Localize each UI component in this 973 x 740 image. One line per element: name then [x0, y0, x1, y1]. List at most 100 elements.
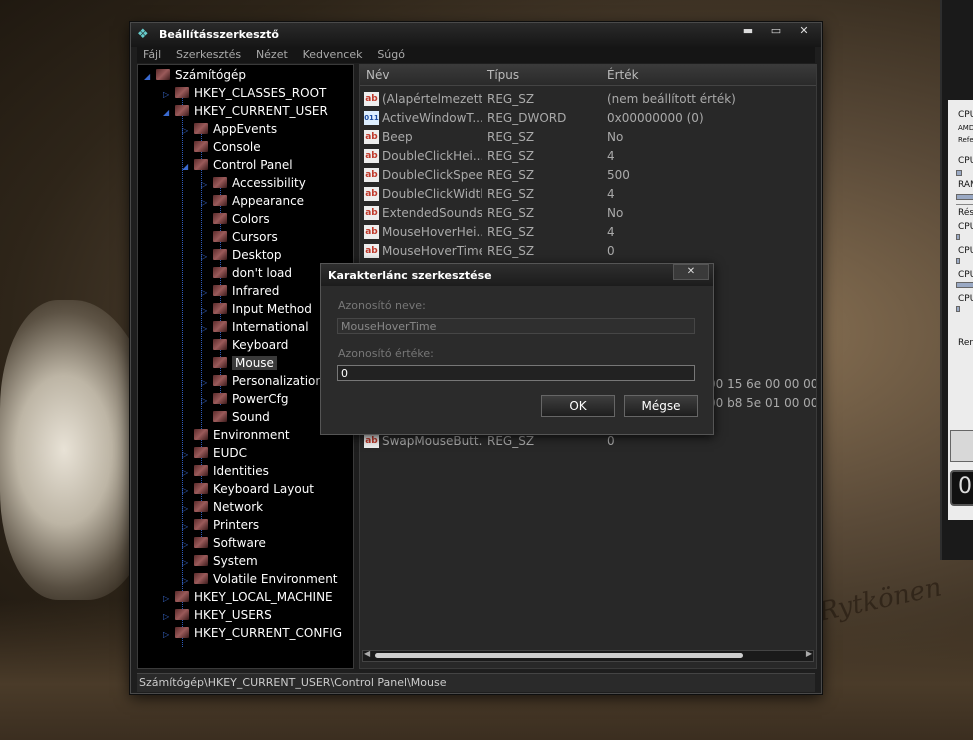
tree-node-international[interactable]: ▷ International [201, 318, 309, 336]
string-value-icon: ab [364, 206, 379, 220]
string-value-icon: ab [364, 187, 379, 201]
floppy-icon[interactable] [950, 430, 973, 462]
edit-string-dialog: Karakterlánc szerkesztése ✕ Azonosító ne… [320, 263, 714, 435]
dialog-close-button[interactable]: ✕ [673, 264, 709, 280]
ram-bar [956, 194, 973, 200]
gadget-label: Refere [958, 136, 973, 144]
tree-node-hkcu[interactable]: ◢ HKEY_CURRENT_USER [163, 102, 328, 120]
menu-bar: Fájl Szerkesztés Nézet Kedvencek Súgó [137, 47, 815, 63]
cpu-core-bar [956, 282, 973, 288]
value-name-label: Azonosító neve: [338, 299, 426, 312]
tree-node-sound[interactable]: Sound [201, 408, 270, 426]
tree-node-hklm[interactable]: ▷ HKEY_LOCAL_MACHINE [163, 588, 333, 606]
tree-node-accessibility[interactable]: ▷ Accessibility [201, 174, 306, 192]
dword-value-icon: 011 [364, 111, 379, 125]
tree-node-infrared[interactable]: ▷ Infrared [201, 282, 279, 300]
menu-view[interactable]: Nézet [250, 47, 293, 61]
string-value-icon: ab [364, 434, 379, 448]
close-button[interactable]: ✕ [790, 23, 818, 39]
string-value-icon: ab [364, 92, 379, 106]
gadget-label: CPU [958, 222, 973, 232]
minimize-button[interactable]: ▬ [734, 23, 762, 39]
list-item[interactable]: ab ExtendedSounds REG_SZ No [360, 204, 816, 223]
column-header-value[interactable]: Érték [607, 68, 639, 82]
list-item[interactable]: ab DoubleClickWidth REG_SZ 4 [360, 185, 816, 204]
cancel-button[interactable]: Mégse [624, 395, 698, 417]
gadget-label: AMD R [958, 124, 973, 132]
tree-node-control-panel[interactable]: ◢ Control Panel [182, 156, 293, 174]
column-header-name[interactable]: Név [366, 68, 389, 82]
maximize-button[interactable]: ▭ [762, 23, 790, 39]
gadget-separator [956, 204, 973, 205]
dialog-titlebar[interactable]: Karakterlánc szerkesztése ✕ [321, 264, 713, 286]
tree-node-software[interactable]: ▷ Software [182, 534, 266, 552]
tree-node-environment[interactable]: Environment [182, 426, 290, 444]
tree-node-mouse[interactable]: Mouse [201, 354, 277, 372]
tree-node-personalization[interactable]: ▷ Personalization [201, 372, 323, 390]
menu-file[interactable]: Fájl [137, 47, 166, 61]
dialog-title: Karakterlánc szerkesztése [328, 269, 492, 282]
tree-node-printers[interactable]: ▷ Printers [182, 516, 259, 534]
menu-help[interactable]: Súgó [371, 47, 410, 61]
gadget-counter-icon[interactable]: 0 [950, 470, 973, 506]
status-bar: Számítógép\HKEY_CURRENT_USER\Control Pan… [137, 673, 815, 692]
gadget-label: CPU [958, 294, 973, 304]
tree-node-cursors[interactable]: Cursors [201, 228, 278, 246]
cpu-core-bar [956, 234, 960, 240]
tree-node-keyboard[interactable]: Keyboard [201, 336, 288, 354]
tree-node-hkcr[interactable]: ▷ HKEY_CLASSES_ROOT [163, 84, 326, 102]
scroll-left-icon[interactable]: ◀ [364, 649, 370, 658]
cpu-heat-bar [956, 170, 962, 176]
list-item[interactable]: ab DoubleClickSpeed REG_SZ 500 [360, 166, 816, 185]
cpu-core-bar [956, 306, 960, 312]
tree-node-volatile-environment[interactable]: ▷ Volatile Environment [182, 570, 338, 588]
menu-edit[interactable]: Szerkesztés [170, 47, 246, 61]
list-item[interactable]: ab MouseHoverTime REG_SZ 0 [360, 242, 816, 261]
scrollbar-thumb[interactable] [375, 653, 743, 658]
gadget-label: RAM [958, 180, 973, 190]
system-monitor-gadget: CPU AMD R Refere CPU H RAM Rész CPU CPU … [940, 0, 973, 560]
tree-node-input-method[interactable]: ▷ Input Method [201, 300, 312, 318]
tree-node-keyboard-layout[interactable]: ▷ Keyboard Layout [182, 480, 314, 498]
tree-node-desktop[interactable]: ▷ Desktop [201, 246, 282, 264]
column-header-type[interactable]: Típus [487, 68, 519, 82]
menu-favorites[interactable]: Kedvencek [297, 47, 368, 61]
tree-node-appearance[interactable]: ▷ Appearance [201, 192, 304, 210]
list-header: Név Típus Érték [360, 65, 816, 86]
string-value-icon: ab [364, 149, 379, 163]
gadget-label: CPU [958, 110, 973, 120]
string-value-icon: ab [364, 244, 379, 258]
tree-node-dont-load[interactable]: don't load [201, 264, 292, 282]
list-item[interactable]: ab (Alapértelmezett) REG_SZ (nem beállított… [360, 90, 816, 109]
ok-button[interactable]: OK [541, 395, 615, 417]
tree-node-computer[interactable]: ◢ Számítógép [144, 66, 246, 84]
horizontal-scrollbar[interactable]: ◀ ▶ [362, 649, 814, 662]
gadget-label: CPU [958, 270, 973, 280]
tree-node-colors[interactable]: Colors [201, 210, 270, 228]
list-item[interactable]: ab DoubleClickHei... REG_SZ 4 [360, 147, 816, 166]
tree-node-eudc[interactable]: ▷ EUDC [182, 444, 247, 462]
list-item[interactable]: 011 ActiveWindowT... REG_DWORD 0x00000000 (… [360, 109, 816, 128]
tree-node-hkcc[interactable]: ▷ HKEY_CURRENT_CONFIG [163, 624, 342, 642]
window-titlebar[interactable]: ❖ Beállításszerkesztő ▬ ▭ ✕ [131, 23, 821, 47]
value-data-label: Azonosító értéke: [338, 347, 434, 360]
regedit-icon: ❖ [137, 27, 149, 42]
scroll-right-icon[interactable]: ▶ [806, 649, 812, 658]
tree-node-identities[interactable]: ▷ Identities [182, 462, 269, 480]
string-value-icon: ab [364, 130, 379, 144]
window-title: Beállításszerkesztő [159, 28, 279, 41]
value-data-input[interactable]: 0 [337, 365, 695, 381]
tree-node-console[interactable]: Console [182, 138, 261, 156]
value-name-field: MouseHoverTime [337, 318, 695, 334]
list-item[interactable]: ab MouseHoverHei... REG_SZ 4 [360, 223, 816, 242]
list-item[interactable]: ab Beep REG_SZ No [360, 128, 816, 147]
gadget-label: Rend [958, 338, 973, 348]
tree-node-hku[interactable]: ▷ HKEY_USERS [163, 606, 272, 624]
tree-node-powercfg[interactable]: ▷ PowerCfg [201, 390, 289, 408]
tree-node-system[interactable]: ▷ System [182, 552, 258, 570]
tree-node-network[interactable]: ▷ Network [182, 498, 263, 516]
status-path: Számítógép\HKEY_CURRENT_USER\Control Pan… [139, 676, 447, 689]
cpu-core-bar [956, 258, 960, 264]
gadget-label: CPU H [958, 156, 973, 166]
tree-node-appevents[interactable]: ▷ AppEvents [182, 120, 277, 138]
